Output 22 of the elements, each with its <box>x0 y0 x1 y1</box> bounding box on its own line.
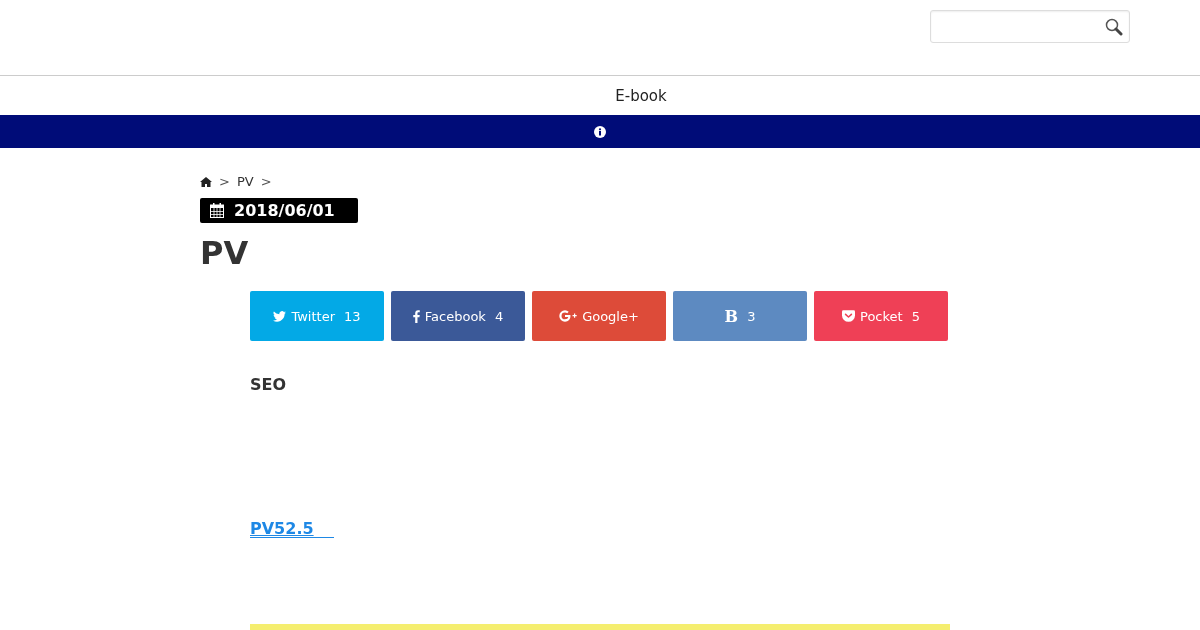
calendar-icon <box>210 203 224 218</box>
nav-link[interactable]: E-book <box>615 86 667 105</box>
post-title: PV <box>200 233 250 273</box>
share-button[interactable]: Facebook 4 <box>391 291 525 341</box>
breadcrumb-separator: > <box>260 174 272 189</box>
breadcrumb-link[interactable]: PV <box>236 174 254 189</box>
search-field[interactable] <box>930 10 1130 43</box>
pocket-icon <box>842 310 856 322</box>
share-button[interactable]: B 3 <box>673 291 807 341</box>
share-button[interactable]: Twitter 13 <box>250 291 384 341</box>
post-date: 2018/06/01 <box>234 201 335 220</box>
share-button[interactable]: Pocket 5 <box>814 291 948 341</box>
share-button[interactable]: Google+ <box>532 291 666 341</box>
section-heading: SEO <box>250 375 288 394</box>
breadcrumb-separator: > <box>219 174 230 189</box>
google-plus-icon <box>559 310 578 322</box>
facebook-f-icon <box>412 309 420 323</box>
home-icon[interactable] <box>200 176 212 187</box>
info-icon <box>594 125 606 138</box>
article-link[interactable]: PV52.5 <box>250 520 334 538</box>
bird-icon <box>273 310 287 322</box>
search-icon[interactable] <box>1105 17 1123 36</box>
